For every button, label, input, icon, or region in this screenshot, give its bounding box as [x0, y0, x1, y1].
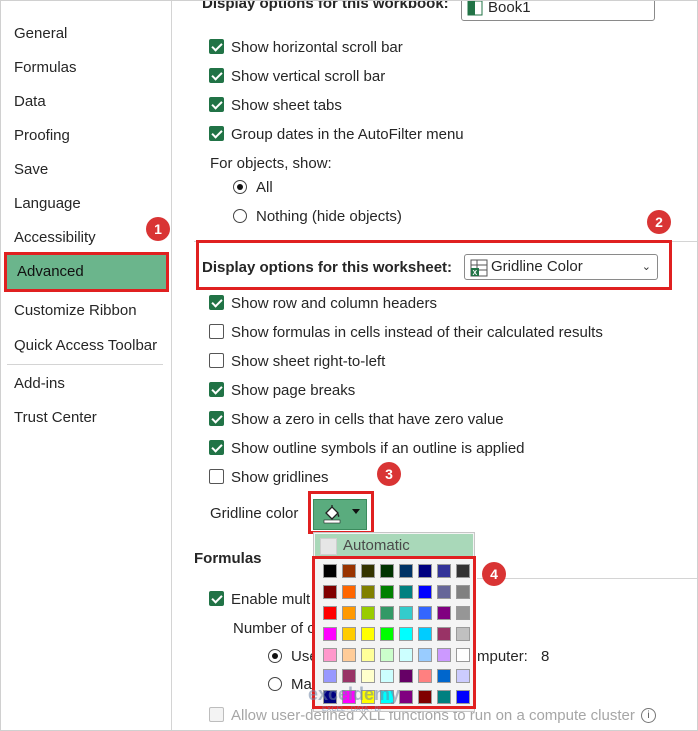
radio-unselected[interactable]	[268, 677, 282, 691]
automatic-color-option[interactable]: Automatic	[315, 534, 473, 557]
sidebar-item-general[interactable]: General	[4, 17, 164, 51]
checkbox-checked[interactable]	[209, 411, 224, 426]
checkbox-checked[interactable]	[209, 126, 224, 141]
dropdown-arrow-icon	[352, 509, 360, 514]
callout-badge-2: 2	[647, 210, 671, 234]
callout-badge-4: 4	[482, 562, 506, 586]
checkbox-unchecked[interactable]	[209, 324, 224, 339]
checkbox-checked[interactable]	[209, 382, 224, 397]
sidebar-item-add-ins[interactable]: Add-ins	[4, 367, 164, 401]
option-show-zero[interactable]: Show a zero in cells that have zero valu…	[209, 409, 504, 431]
radio-use-all-processors[interactable]: Use	[268, 646, 318, 668]
excel-options-dialog: General Formulas Data Proofing Save Lang…	[0, 0, 698, 731]
checkbox-checked[interactable]	[209, 68, 224, 83]
checkbox-checked[interactable]	[209, 591, 224, 606]
option-label: Show sheet tabs	[231, 97, 342, 114]
option-row-col-headers[interactable]: Show row and column headers	[209, 293, 437, 315]
sidebar-item-quick-access-toolbar[interactable]: Quick Access Toolbar	[4, 329, 164, 363]
svg-text:X: X	[473, 270, 478, 277]
exceldemy-watermark: exceldemy	[308, 684, 401, 704]
radio-selected[interactable]	[268, 649, 282, 663]
radio-unselected[interactable]	[233, 209, 247, 223]
automatic-swatch	[320, 538, 337, 555]
worksheet-display-heading: Display options for this worksheet:	[202, 259, 453, 276]
radio-label: Nothing (hide objects)	[256, 208, 402, 225]
workbook-select[interactable]: Book1	[461, 0, 655, 21]
excel-workbook-icon	[467, 1, 483, 16]
checkbox-checked[interactable]	[209, 440, 224, 455]
sidebar-item-formulas[interactable]: Formulas	[4, 51, 164, 85]
option-label: Show gridlines	[231, 469, 329, 486]
option-label: Show row and column headers	[231, 295, 437, 312]
option-page-breaks[interactable]: Show page breaks	[209, 380, 355, 402]
gridline-color-button[interactable]	[313, 499, 367, 530]
option-label: Enable mult	[231, 591, 311, 608]
radio-manual-threads[interactable]: Ma	[268, 674, 312, 696]
sidebar-item-proofing[interactable]: Proofing	[4, 119, 164, 153]
workbook-select-value: Book1	[488, 0, 531, 16]
excel-worksheet-icon: X	[470, 259, 488, 277]
processor-count: 8	[541, 648, 550, 665]
sidebar-item-data[interactable]: Data	[4, 85, 164, 119]
paint-bucket-icon	[322, 504, 342, 528]
option-horizontal-scroll[interactable]: Show horizontal scroll bar	[209, 37, 403, 59]
options-sidebar: General Formulas Data Proofing Save Lang…	[1, 1, 172, 730]
sidebar-item-save[interactable]: Save	[4, 153, 164, 187]
chevron-down-icon: ⌄	[641, 261, 651, 273]
option-show-formulas[interactable]: Show formulas in cells instead of their …	[209, 322, 603, 344]
option-show-gridlines[interactable]: Show gridlines	[209, 467, 329, 489]
section-divider	[477, 578, 697, 579]
checkbox-checked[interactable]	[209, 97, 224, 112]
option-label: Show sheet right-to-left	[231, 353, 386, 370]
option-outline-symbols[interactable]: Show outline symbols if an outline is ap…	[209, 438, 525, 460]
radio-objects-all[interactable]: All	[233, 177, 273, 199]
option-label: Show a zero in cells that have zero valu…	[231, 411, 504, 428]
option-right-to-left[interactable]: Show sheet right-to-left	[209, 351, 385, 373]
radio-objects-nothing[interactable]: Nothing (hide objects)	[233, 206, 402, 228]
objects-show-label: For objects, show:	[210, 155, 332, 172]
worksheet-select[interactable]: X Gridline Color ⌄	[464, 254, 658, 280]
option-label: Show vertical scroll bar	[231, 68, 386, 85]
formulas-heading: Formulas	[194, 550, 262, 567]
automatic-label: Automatic	[343, 537, 410, 554]
sidebar-item-language[interactable]: Language	[4, 187, 164, 221]
sidebar-item-advanced[interactable]: Advanced	[4, 252, 169, 292]
radio-selected[interactable]	[233, 180, 247, 194]
advanced-options-panel: Display options for this workbook: Book1…	[172, 0, 697, 730]
gridline-color-label: Gridline color	[210, 505, 299, 522]
workbook-display-heading: Display options for this workbook:	[202, 0, 449, 12]
radio-label: All	[256, 179, 273, 196]
callout-badge-1: 1	[146, 217, 170, 241]
info-icon[interactable]: i	[641, 708, 656, 723]
option-enable-multithread[interactable]: Enable mult	[209, 589, 310, 611]
option-label: Show outline symbols if an outline is ap…	[231, 440, 525, 457]
number-of-threads-label: Number of c	[233, 620, 315, 637]
exceldemy-watermark-tagline: EXCEL · DATA · BI	[322, 706, 381, 713]
worksheet-select-value: Gridline Color	[491, 258, 583, 275]
checkbox-checked[interactable]	[209, 295, 224, 310]
sidebar-item-trust-center[interactable]: Trust Center	[4, 401, 164, 435]
option-vertical-scroll[interactable]: Show vertical scroll bar	[209, 66, 385, 88]
sidebar-item-accessibility[interactable]: Accessibility	[4, 221, 164, 255]
callout-badge-3: 3	[377, 462, 401, 486]
option-label: Group dates in the AutoFilter menu	[231, 126, 464, 143]
option-group-dates[interactable]: Group dates in the AutoFilter menu	[209, 124, 464, 146]
option-sheet-tabs[interactable]: Show sheet tabs	[209, 95, 342, 117]
checkbox-unchecked[interactable]	[209, 469, 224, 484]
sidebar-item-customize-ribbon[interactable]: Customize Ribbon	[4, 294, 164, 328]
sidebar-divider	[7, 364, 163, 365]
option-label: Show page breaks	[231, 382, 356, 399]
option-label: Show horizontal scroll bar	[231, 39, 403, 56]
computer-processors-label: mputer:	[477, 648, 528, 665]
checkbox-disabled	[209, 707, 224, 722]
checkbox-unchecked[interactable]	[209, 353, 224, 368]
option-label: Show formulas in cells instead of their …	[231, 324, 603, 341]
checkbox-checked[interactable]	[209, 39, 224, 54]
